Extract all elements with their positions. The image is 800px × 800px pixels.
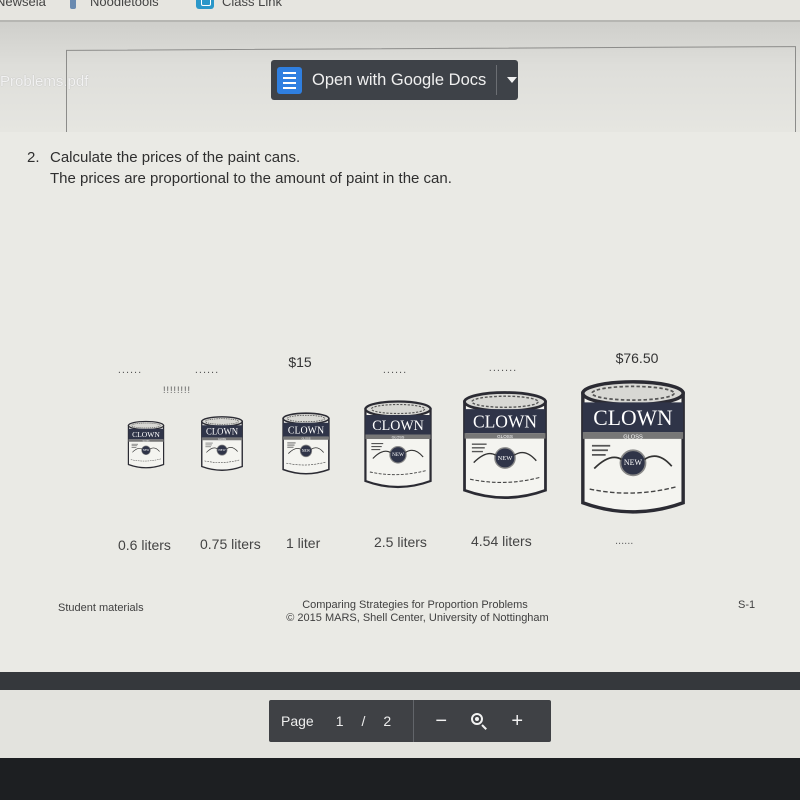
volume-label: 2.5 liters xyxy=(374,534,427,550)
svg-text:GLOSS: GLOSS xyxy=(302,436,311,440)
svg-text:CLOWN: CLOWN xyxy=(132,430,160,439)
pdf-viewer-header: Problems.pdf Open with Google Docs xyxy=(0,22,800,148)
svg-text:CLOWN: CLOWN xyxy=(473,412,537,432)
viewer-bottom xyxy=(0,758,800,800)
price-label: ....... xyxy=(488,362,518,374)
pin-icon xyxy=(70,0,76,9)
paint-can-icon: CLOWN GLOSS NEW xyxy=(201,416,243,471)
paint-can-icon: CLOWN GLOSS NEW xyxy=(127,420,165,469)
page-label: Page xyxy=(281,713,314,729)
svg-text:NEW: NEW xyxy=(498,455,514,462)
volume-label: 0.6 liters xyxy=(118,537,171,553)
bookmark-label: Newsela xyxy=(0,0,46,9)
button-divider xyxy=(496,65,498,95)
price-label: $15 xyxy=(288,354,312,370)
question-subtext: The prices are proportional to the amoun… xyxy=(50,170,452,187)
zoom-in-button[interactable]: + xyxy=(498,700,536,742)
magnifier-icon xyxy=(470,712,488,730)
bookmark-label: Class Link xyxy=(222,0,282,9)
open-with-google-docs-button[interactable]: Open with Google Docs xyxy=(271,60,518,100)
footer-left: Student materials xyxy=(58,602,144,614)
footer-title: Comparing Strategies for Proportion Prob… xyxy=(302,599,528,611)
svg-text:CLOWN: CLOWN xyxy=(372,418,423,434)
volume-label: 4.54 liters xyxy=(471,533,532,549)
svg-text:CLOWN: CLOWN xyxy=(593,406,673,430)
pdf-page: 2. Calculate the prices of the paint can… xyxy=(0,132,800,672)
svg-text:GLOSS: GLOSS xyxy=(623,434,643,440)
volume-label: 0.75 liters xyxy=(200,536,261,552)
footer-copyright: © 2015 MARS, Shell Center, University of… xyxy=(286,612,549,624)
page-divider xyxy=(0,672,800,690)
page-controls: Page 1 / 2 − + xyxy=(269,700,551,742)
volume-label: ...... xyxy=(615,535,634,547)
paint-can-76-50: CLOWN GLOSS NEW xyxy=(576,375,690,521)
paint-can-icon: CLOWN GLOSS NEW xyxy=(463,391,547,500)
volume-label: 1 liter xyxy=(286,535,321,551)
svg-text:GLOSS: GLOSS xyxy=(143,441,150,443)
classlink-icon xyxy=(196,0,214,9)
bookmarks-bar: Newsela Noodletools Class Link xyxy=(0,0,800,22)
paint-can-4-54l: CLOWN GLOSS NEW xyxy=(459,387,551,505)
page-separator: / xyxy=(361,713,366,729)
svg-text:GLOSS: GLOSS xyxy=(218,439,226,441)
svg-text:NEW: NEW xyxy=(218,448,226,452)
paint-can-icon: CLOWN GLOSS NEW xyxy=(364,400,432,489)
plus-icon: + xyxy=(511,709,524,732)
minus-icon: − xyxy=(435,709,448,732)
bookmark-class-link[interactable]: Class Link xyxy=(196,0,282,9)
google-docs-icon xyxy=(277,66,302,94)
bookmark-newsela[interactable]: Newsela xyxy=(0,0,46,9)
current-page-input[interactable]: 1 xyxy=(336,713,344,729)
price-label: ...... xyxy=(117,364,143,376)
svg-text:GLOSS: GLOSS xyxy=(497,434,513,439)
controls-divider xyxy=(413,700,415,742)
svg-text:GLOSS: GLOSS xyxy=(392,436,405,440)
svg-text:NEW: NEW xyxy=(143,448,150,452)
price-label: $76.50 xyxy=(615,350,659,366)
bookmark-label: Noodletools xyxy=(90,0,159,9)
paint-can-1l: CLOWN GLOSS NEW xyxy=(280,410,332,478)
question-text: Calculate the prices of the paint cans. xyxy=(50,149,301,166)
zoom-out-button[interactable]: − xyxy=(422,700,460,742)
paint-can-0-75l: CLOWN GLOSS NEW xyxy=(199,414,245,474)
price-label: ...... xyxy=(382,364,408,376)
svg-text:CLOWN: CLOWN xyxy=(288,425,324,436)
paint-can-0-6l: CLOWN GLOSS NEW xyxy=(126,419,166,471)
page-code: S-1 xyxy=(738,599,756,611)
price-note: !!!!!!!! xyxy=(162,385,191,395)
paint-can-icon: CLOWNGLOSS NEW xyxy=(282,412,330,475)
paint-can-icon: CLOWN GLOSS NEW xyxy=(581,380,685,514)
price-label: ...... xyxy=(194,364,220,376)
svg-text:CLOWN: CLOWN xyxy=(206,427,239,437)
total-pages: 2 xyxy=(383,713,392,729)
open-button-label: Open with Google Docs xyxy=(312,70,487,89)
bookmark-noodletools[interactable]: Noodletools xyxy=(70,0,159,9)
zoom-reset-button[interactable] xyxy=(460,700,498,742)
svg-text:NEW: NEW xyxy=(392,452,404,458)
svg-text:NEW: NEW xyxy=(624,458,643,467)
question-number: 2. xyxy=(27,149,40,166)
svg-text:NEW: NEW xyxy=(302,449,311,453)
caret-down-icon[interactable] xyxy=(507,77,518,83)
paint-can-2-5l: CLOWN GLOSS NEW xyxy=(361,397,435,493)
